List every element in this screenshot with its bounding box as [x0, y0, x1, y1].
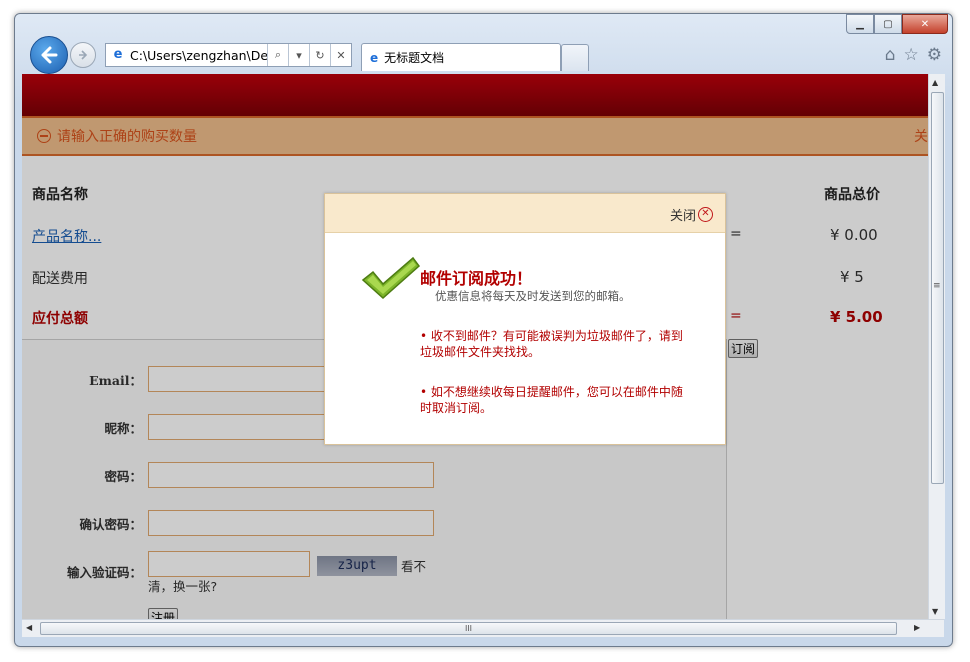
search-icon[interactable]: ⌕ — [267, 44, 288, 66]
vertical-scroll-thumb[interactable]: ≡ — [931, 92, 944, 484]
scroll-left-icon[interactable]: ◀ — [26, 623, 32, 632]
subscribe-success-dialog: 关闭 ✕ 邮件订阅成功！ 优惠信息将每天及时发送到您的邮箱。 • 收不到邮件？有… — [324, 193, 726, 445]
close-circle-icon: ✕ — [698, 207, 713, 222]
scroll-right-icon[interactable]: ▶ — [914, 623, 920, 632]
browser-toolbar-icons: ⌂ ☆ ⚙ — [885, 45, 942, 65]
dropdown-icon[interactable]: ▾ — [288, 44, 309, 66]
horizontal-scrollbar[interactable]: ◀ III ▶ — [22, 619, 944, 637]
minimize-icon[interactable]: ▁ — [846, 14, 874, 34]
tab-active[interactable]: e 无标题文档 — [361, 43, 561, 71]
dialog-subtitle: 优惠信息将每天及时发送到您的邮箱。 — [435, 289, 631, 303]
new-tab-button[interactable] — [561, 44, 589, 71]
favorites-star-icon[interactable]: ☆ — [904, 45, 919, 65]
home-icon[interactable]: ⌂ — [885, 45, 896, 65]
gear-icon[interactable]: ⚙ — [927, 45, 942, 65]
forward-button[interactable] — [70, 42, 96, 68]
dialog-bullet-1: • 收不到邮件？有可能被误判为垃圾邮件了，请到垃圾邮件文件夹找找。 — [420, 329, 683, 359]
scroll-down-icon[interactable]: ▼ — [932, 607, 938, 616]
back-button[interactable] — [30, 36, 68, 74]
vertical-scrollbar[interactable]: ▲ ≡ ▼ — [928, 74, 945, 619]
dialog-bullet-2: • 如不想继续收每日提醒邮件，您可以在邮件中随时取消订阅。 — [420, 385, 683, 415]
ie-tab-icon: e — [370, 50, 379, 65]
forward-arrow-icon — [79, 50, 88, 60]
browser-window: ▁ ▢ ✕ e C:\Users\zengzhan\Desk ⌕ ▾ ↻ ✕ e… — [14, 13, 953, 647]
tab-title: 无标题文档 — [384, 51, 445, 65]
maximize-icon[interactable]: ▢ — [874, 14, 902, 34]
vertical-grip-icon: ≡ — [933, 281, 941, 291]
address-url[interactable]: C:\Users\zengzhan\Desk — [130, 48, 267, 63]
address-bar[interactable]: e C:\Users\zengzhan\Desk ⌕ ▾ ↻ ✕ — [105, 43, 352, 67]
dialog-header: 关闭 ✕ — [325, 194, 725, 233]
horizontal-grip-icon: III — [464, 624, 473, 633]
horizontal-scroll-thumb[interactable]: III — [40, 622, 897, 635]
dialog-title: 邮件订阅成功！ — [420, 269, 533, 288]
ie-page-icon: e — [113, 47, 123, 62]
page-viewport: 请输入正确的购买数量 关 商品名称 商品总价 产品名称... = ¥ 0.00 … — [22, 74, 928, 619]
refresh-icon[interactable]: ↻ — [309, 44, 330, 66]
back-arrow-icon — [41, 46, 58, 64]
checkmark-icon — [361, 256, 421, 300]
stop-icon[interactable]: ✕ — [330, 44, 351, 66]
close-window-icon[interactable]: ✕ — [902, 14, 948, 34]
window-controls: ▁ ▢ ✕ — [846, 14, 948, 34]
dialog-close-button[interactable]: 关闭 ✕ — [670, 205, 713, 224]
dialog-close-label: 关闭 — [669, 209, 696, 224]
scroll-up-icon[interactable]: ▲ — [932, 78, 938, 87]
